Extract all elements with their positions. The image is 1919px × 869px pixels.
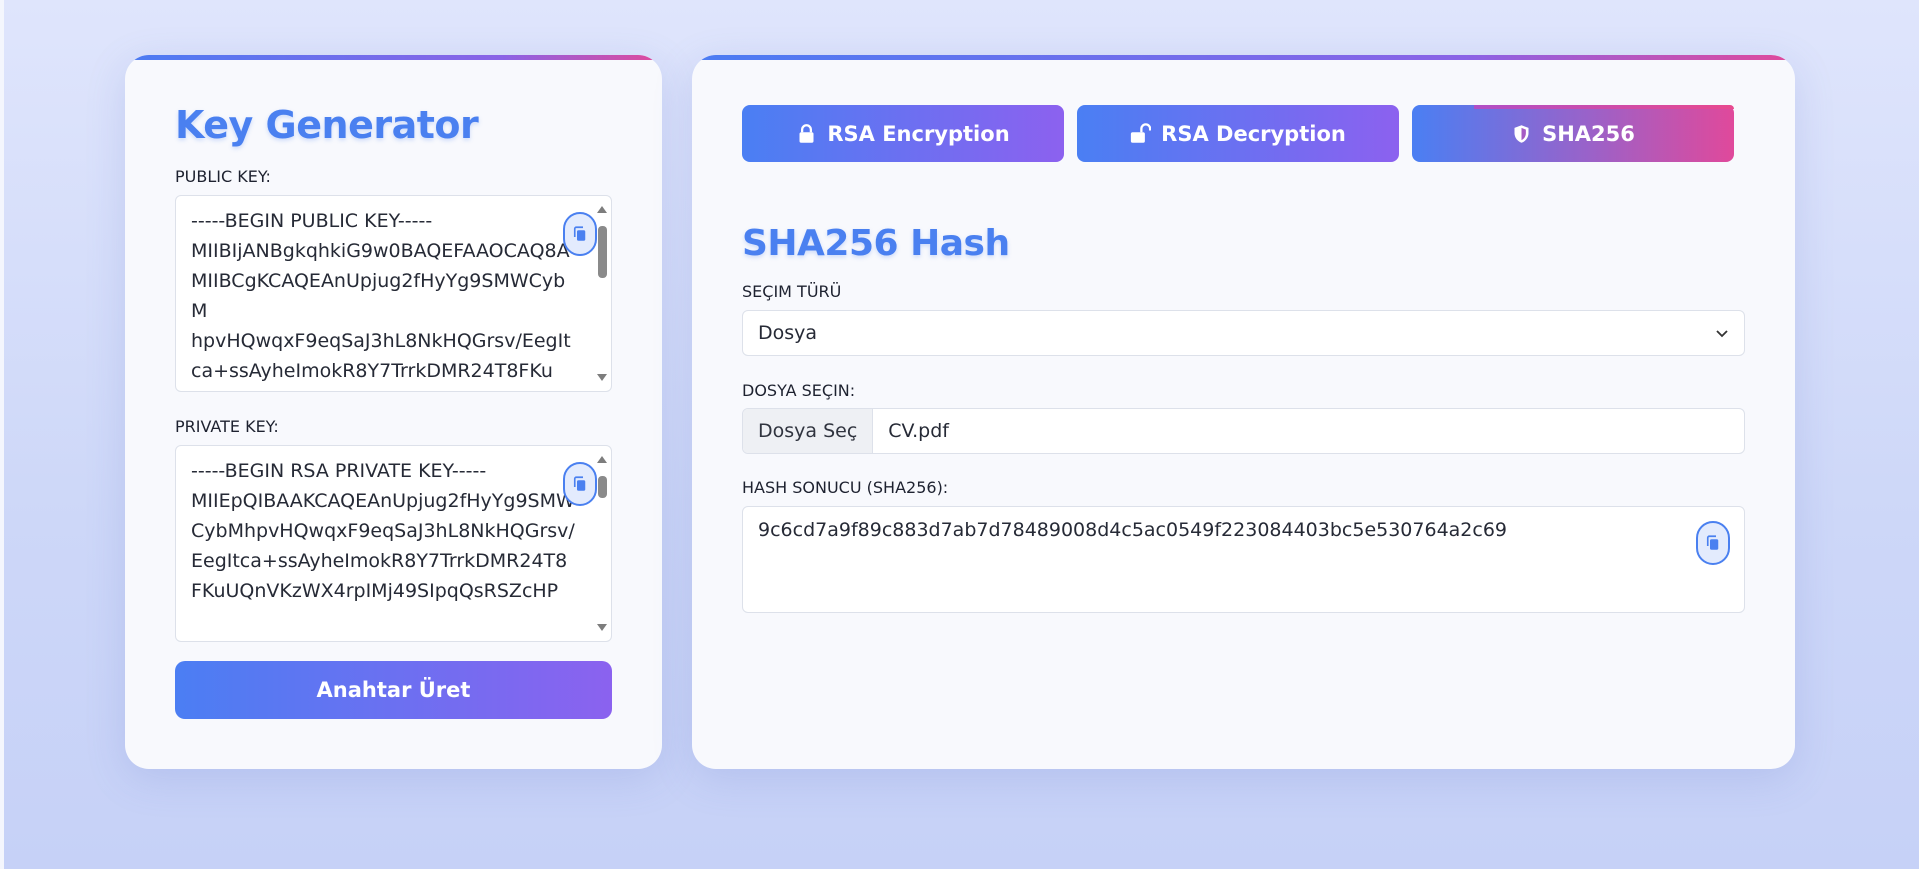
scroll-up-arrow-icon[interactable]	[597, 456, 607, 463]
private-key-label: PRIVATE KEY:	[175, 417, 279, 436]
shield-icon	[1511, 123, 1532, 145]
tab-rsa-decryption[interactable]: RSA Decryption	[1077, 105, 1399, 162]
copy-private-key-button[interactable]	[563, 462, 597, 506]
private-key-scrollbar[interactable]	[595, 450, 609, 637]
tab-rsa-encryption[interactable]: RSA Encryption	[742, 105, 1064, 162]
private-key-text: -----BEGIN RSA PRIVATE KEY----- MIIEpQIB…	[191, 460, 575, 602]
hash-result-field[interactable]: 9c6cd7a9f89c883d7ab7d78489008d4c5ac0549f…	[742, 506, 1745, 613]
copy-icon	[573, 476, 586, 491]
scroll-thumb[interactable]	[598, 476, 607, 498]
hash-result-label: HASH SONUCU (SHA256):	[742, 478, 949, 497]
lock-icon	[796, 123, 817, 145]
selected-file-name: CV.pdf	[888, 420, 949, 442]
public-key-label: PUBLIC KEY:	[175, 167, 271, 186]
tab-sha256[interactable]: SHA256	[1412, 105, 1734, 162]
choose-file-button[interactable]: Dosya Seç	[743, 409, 874, 453]
chevron-down-icon	[1716, 330, 1728, 338]
copy-icon	[573, 226, 586, 241]
generate-key-button[interactable]: Anahtar Üret	[175, 661, 612, 719]
public-key-text: -----BEGIN PUBLIC KEY----- MIIBIjANBgkqh…	[191, 210, 571, 382]
scroll-down-arrow-icon[interactable]	[597, 374, 607, 381]
file-input[interactable]: Dosya Seç CV.pdf	[742, 408, 1745, 454]
hash-result-value: 9c6cd7a9f89c883d7ab7d78489008d4c5ac0549f…	[758, 519, 1508, 541]
public-key-textarea[interactable]: -----BEGIN PUBLIC KEY----- MIIBIjANBgkqh…	[175, 195, 612, 392]
private-key-textarea[interactable]: -----BEGIN RSA PRIVATE KEY----- MIIEpQIB…	[175, 445, 612, 642]
tab-label: RSA Encryption	[827, 121, 1010, 146]
selection-type-select[interactable]: Dosya	[742, 310, 1745, 356]
sha256-title: SHA256 Hash	[742, 223, 1010, 264]
copy-hash-button[interactable]	[1696, 521, 1730, 565]
copy-icon	[1706, 535, 1719, 550]
crypto-tools-card: RSA Encryption RSA Decryption SHA256 SHA…	[692, 55, 1795, 769]
key-generator-title: Key Generator	[175, 103, 479, 147]
tab-label: RSA Decryption	[1161, 121, 1346, 146]
unlock-icon	[1130, 122, 1152, 145]
selection-type-value: Dosya	[758, 322, 818, 344]
copy-public-key-button[interactable]	[563, 212, 597, 256]
left-edge-strip	[0, 0, 4, 869]
scroll-down-arrow-icon[interactable]	[597, 624, 607, 631]
scroll-up-arrow-icon[interactable]	[597, 206, 607, 213]
file-select-label: DOSYA SEÇIN:	[742, 381, 856, 400]
scroll-thumb[interactable]	[598, 226, 607, 278]
tab-label: SHA256	[1542, 121, 1635, 146]
public-key-scrollbar[interactable]	[595, 200, 609, 387]
selection-type-label: SEÇIM TÜRÜ	[742, 282, 842, 301]
key-generator-card: Key Generator PUBLIC KEY: -----BEGIN PUB…	[125, 55, 662, 769]
